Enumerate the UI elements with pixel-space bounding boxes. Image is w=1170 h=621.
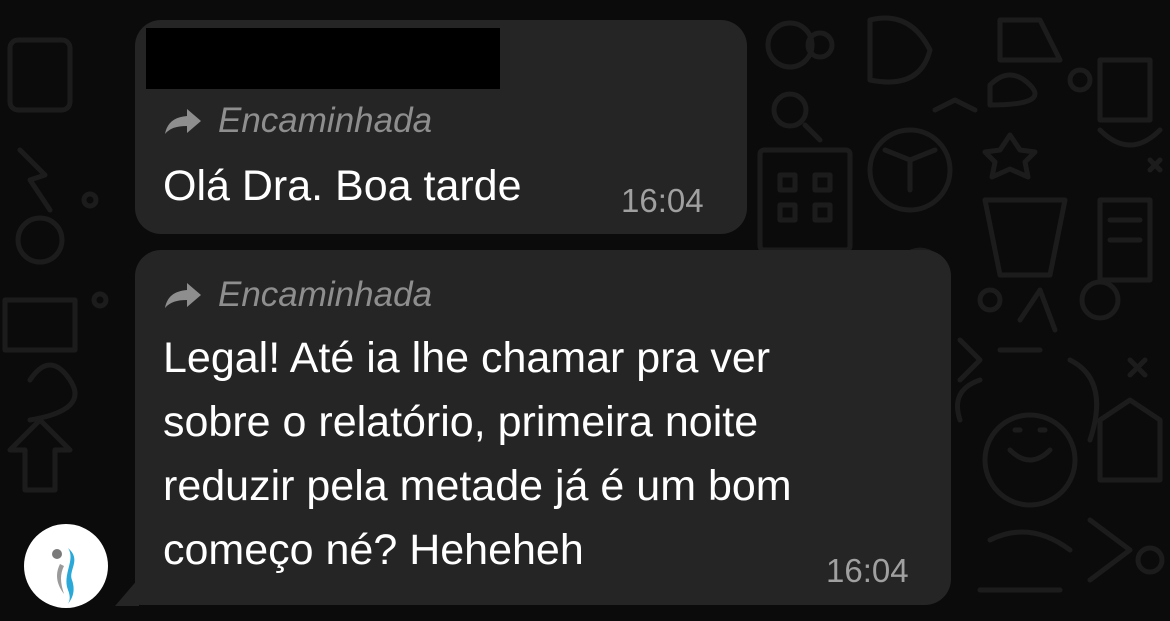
forward-arrow-icon: [165, 283, 201, 308]
forwarded-text: Encaminhada: [218, 101, 433, 140]
message-time: 16:04: [621, 182, 704, 219]
message-text: Olá Dra. Boa tarde: [163, 162, 522, 210]
contact-avatar[interactable]: [24, 524, 108, 608]
forward-arrow-icon: [165, 109, 201, 134]
sender-name-redacted: [146, 28, 500, 89]
forwarded-label: Encaminhada: [163, 101, 432, 141]
message-time: 16:04: [826, 552, 909, 589]
contact-avatar-logo-icon: [52, 548, 75, 606]
forwarded-label: Encaminhada: [163, 275, 432, 315]
message-text: Legal! Até ia lhe chamar pra ver sobre o…: [163, 334, 792, 574]
forwarded-text: Encaminhada: [218, 275, 433, 314]
